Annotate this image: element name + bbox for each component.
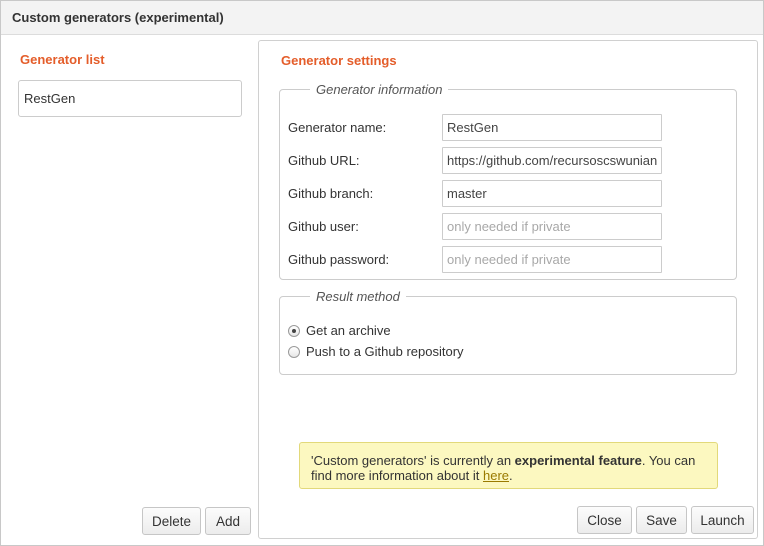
github-url-input[interactable] xyxy=(442,147,662,174)
github-url-label: Github URL: xyxy=(288,153,360,168)
close-button[interactable]: Close xyxy=(577,506,632,534)
notice-text-bold: experimental feature xyxy=(514,453,642,468)
generator-list-title: Generator list xyxy=(20,52,105,67)
radio-push-github-circle[interactable] xyxy=(288,346,300,358)
save-button[interactable]: Save xyxy=(636,506,687,534)
github-url-row: Github URL: xyxy=(288,147,728,174)
github-branch-label: Github branch: xyxy=(288,186,374,201)
generator-name-row: Generator name: xyxy=(288,114,728,141)
custom-generators-dialog: Custom generators (experimental) Generat… xyxy=(0,0,764,546)
github-user-row: Github user: xyxy=(288,213,728,240)
radio-get-archive[interactable]: Get an archive xyxy=(288,323,588,341)
radio-push-github-label[interactable]: Push to a Github repository xyxy=(306,344,464,359)
add-button[interactable]: Add xyxy=(205,507,251,535)
launch-button[interactable]: Launch xyxy=(691,506,754,534)
generator-name-label: Generator name: xyxy=(288,120,387,135)
generator-information-legend: Generator information xyxy=(316,82,443,97)
generator-settings-panel: Generator settings Generator information… xyxy=(258,40,758,539)
github-password-row: Github password: xyxy=(288,246,728,273)
github-password-input[interactable] xyxy=(442,246,662,273)
radio-get-archive-circle[interactable] xyxy=(288,325,300,337)
notice-here-link[interactable]: here xyxy=(483,468,509,483)
generator-list-item[interactable]: RestGen xyxy=(18,80,242,117)
notice-text-post: . xyxy=(509,468,513,483)
generator-information-group: Generator information Generator name: Gi… xyxy=(279,82,737,280)
generator-list-panel: Generator list RestGen Delete Add xyxy=(9,41,253,539)
experimental-notice: 'Custom generators' is currently an expe… xyxy=(299,442,718,489)
github-user-input[interactable] xyxy=(442,213,662,240)
github-password-label: Github password: xyxy=(288,252,390,267)
generator-settings-title: Generator settings xyxy=(281,53,397,68)
radio-push-github[interactable]: Push to a Github repository xyxy=(288,344,588,362)
github-user-label: Github user: xyxy=(288,219,359,234)
github-branch-row: Github branch: xyxy=(288,180,728,207)
delete-button[interactable]: Delete xyxy=(142,507,201,535)
result-method-group: Result method Get an archive Push to a G… xyxy=(279,289,737,375)
radio-get-archive-label[interactable]: Get an archive xyxy=(306,323,391,338)
github-branch-input[interactable] xyxy=(442,180,662,207)
result-method-legend: Result method xyxy=(316,289,400,304)
generator-name-input[interactable] xyxy=(442,114,662,141)
notice-text-pre: 'Custom generators' is currently an xyxy=(311,453,515,468)
dialog-title: Custom generators (experimental) xyxy=(1,1,763,35)
